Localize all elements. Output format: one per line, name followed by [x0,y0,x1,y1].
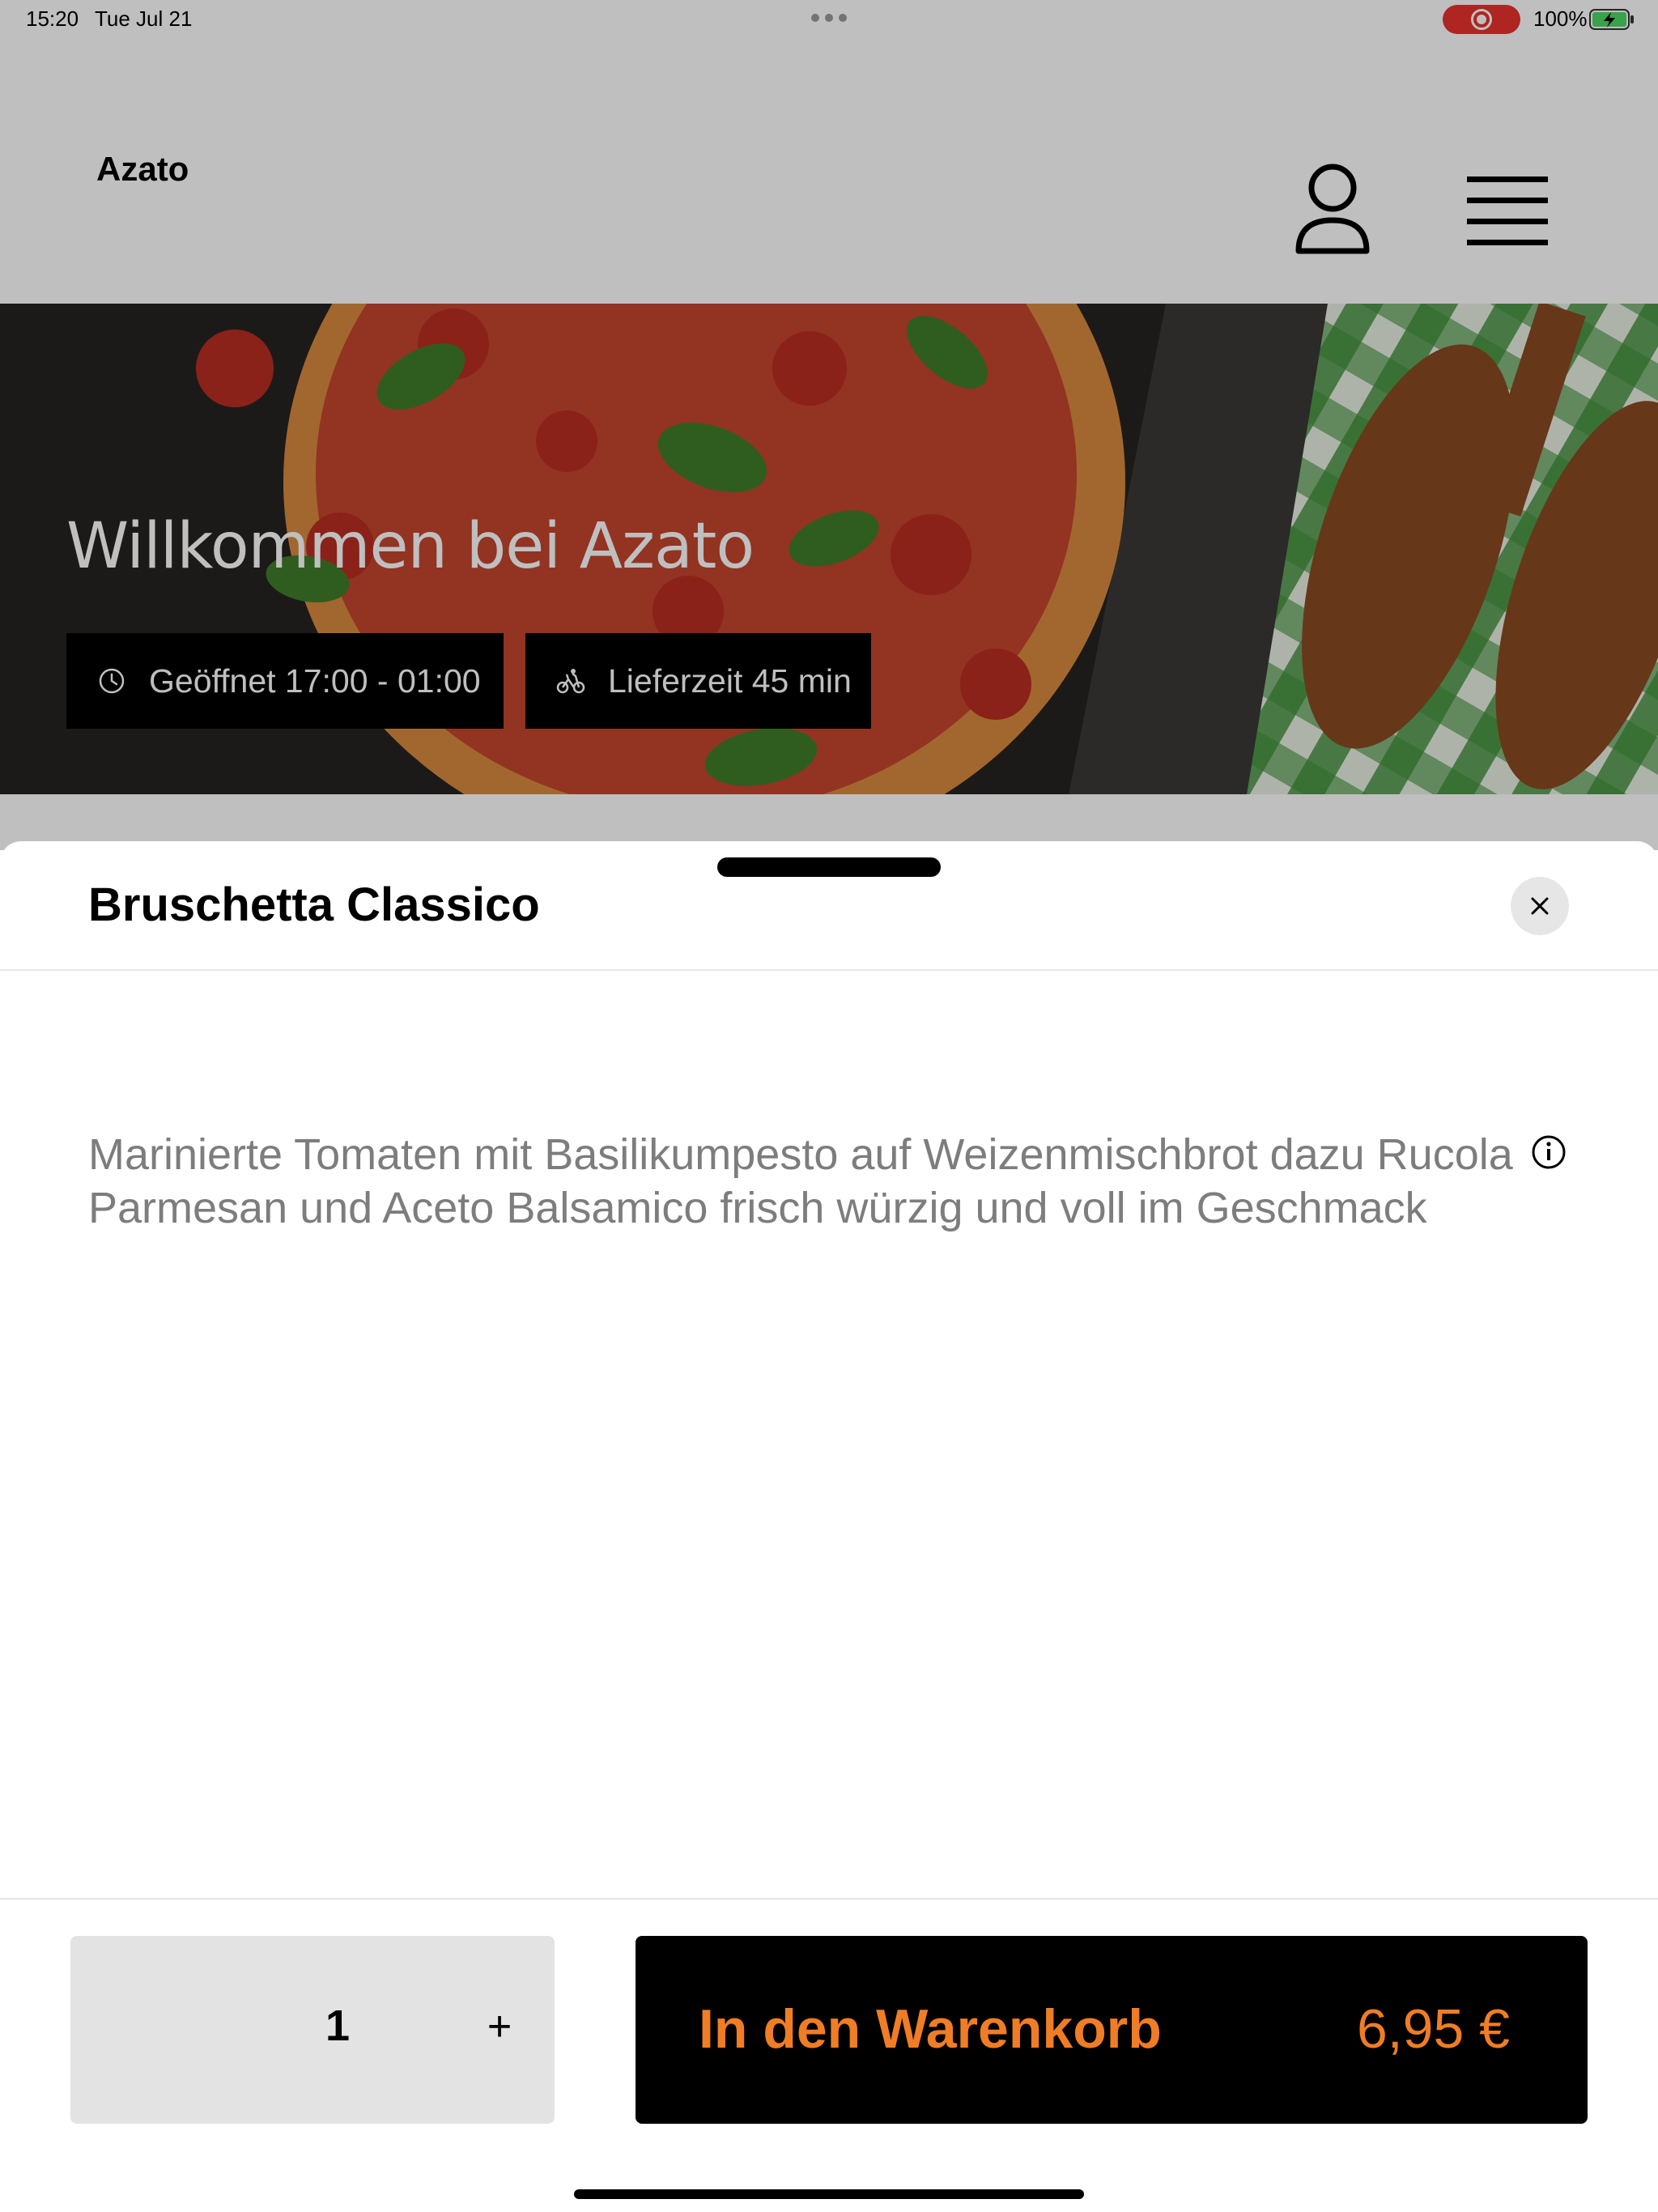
product-description: Marinierte Tomaten mit Basilikumpesto au… [88,1130,1513,1232]
sheet-grabber[interactable] [717,857,941,877]
quantity-stepper: 1 + [70,1936,555,2124]
background-app: 15:20 Tue Jul 21 100% Azato Willkommen b… [0,0,1658,850]
increase-quantity-button[interactable]: + [459,2002,540,2051]
product-price: 6,95 € [1356,1998,1510,2060]
product-sheet: Bruschetta Classico Marinierte Tomaten m… [0,841,1658,2212]
modal-scrim[interactable] [0,0,1658,850]
quantity-value: 1 [325,2001,351,2050]
add-to-cart-label: In den Warenkorb [699,1998,1162,2060]
home-indicator[interactable] [574,2189,1084,2199]
close-button[interactable] [1511,877,1569,935]
divider [0,969,1658,971]
info-icon[interactable] [1531,1134,1567,1170]
divider [0,1898,1658,1899]
product-title: Bruschetta Classico [88,878,540,931]
add-to-cart-button[interactable]: In den Warenkorb 6,95 € [636,1936,1588,2124]
close-icon [1531,897,1549,915]
